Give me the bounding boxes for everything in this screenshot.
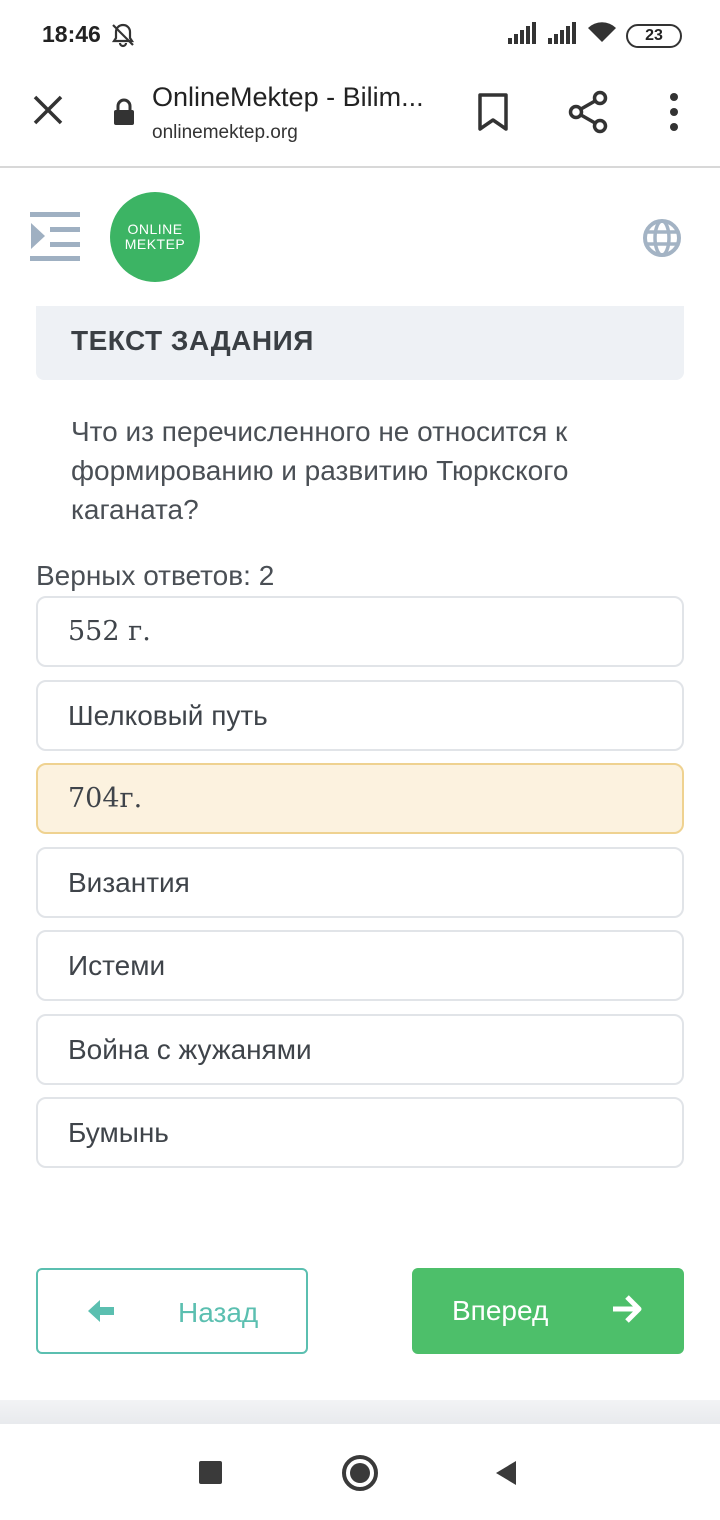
answer-option-selected[interactable]: 704г.	[36, 763, 684, 834]
signal-icon	[508, 22, 538, 49]
logo[interactable]: ONLINE MEKTEP	[110, 192, 200, 282]
next-button[interactable]: Вперед	[412, 1268, 684, 1354]
task-header-title: ТЕКСТ ЗАДАНИЯ	[71, 325, 314, 356]
answer-label: Византия	[68, 867, 190, 898]
globe-icon[interactable]	[642, 218, 682, 263]
browser-toolbar: OnlineMektep - Bilim... onlinemektep.org	[0, 70, 720, 168]
arrow-right-icon	[610, 1294, 642, 1329]
bell-off-icon	[110, 22, 136, 53]
answer-option[interactable]: 552 г.	[36, 596, 684, 667]
share-icon[interactable]	[566, 90, 610, 139]
close-icon[interactable]	[28, 90, 68, 130]
answers-count: Верных ответов: 2	[36, 560, 275, 591]
bookmark-icon[interactable]	[476, 92, 510, 137]
wifi-icon	[588, 22, 616, 49]
answer-label: Война с жужанями	[68, 1034, 312, 1065]
home-icon[interactable]	[342, 1455, 378, 1491]
logo-line-1: ONLINE	[127, 221, 183, 237]
menu-indent-icon[interactable]	[30, 212, 82, 267]
next-button-label: Вперед	[452, 1295, 549, 1326]
task-header: ТЕКСТ ЗАДАНИЯ	[36, 306, 684, 380]
answer-option[interactable]: Война с жужанями	[36, 1014, 684, 1085]
more-vert-icon[interactable]	[664, 92, 684, 137]
answer-option[interactable]: Шелковый путь	[36, 680, 684, 751]
back-button[interactable]: Назад	[36, 1268, 308, 1354]
page-bottom-divider	[0, 1400, 720, 1424]
answer-label: 552 г.	[68, 616, 151, 647]
answer-label: Истеми	[68, 950, 166, 981]
answer-label: Шелковый путь	[68, 700, 268, 731]
answer-option[interactable]: Истеми	[36, 930, 684, 1001]
system-nav-bar	[0, 1424, 720, 1520]
battery-icon: 23	[626, 23, 682, 48]
arrow-left-icon	[86, 1296, 116, 1331]
answer-option[interactable]: Византия	[36, 847, 684, 918]
lock-icon	[112, 98, 136, 131]
recents-icon[interactable]	[199, 1461, 222, 1484]
answer-option[interactable]: Бумынь	[36, 1097, 684, 1168]
signal-icon-2	[548, 22, 578, 49]
page-url[interactable]: onlinemektep.org	[152, 122, 298, 144]
status-bar: 18:46 23	[0, 0, 720, 70]
back-triangle-icon[interactable]	[494, 1460, 518, 1491]
answer-label: Бумынь	[68, 1117, 169, 1148]
question-text: Что из перечисленного не относится к фор…	[71, 416, 569, 525]
answer-label: 704г.	[68, 783, 143, 814]
back-button-label: Назад	[178, 1297, 259, 1328]
logo-line-2: MEKTEP	[124, 236, 186, 252]
status-time: 18:46	[42, 21, 101, 47]
page-title[interactable]: OnlineMektep - Bilim...	[152, 82, 442, 113]
